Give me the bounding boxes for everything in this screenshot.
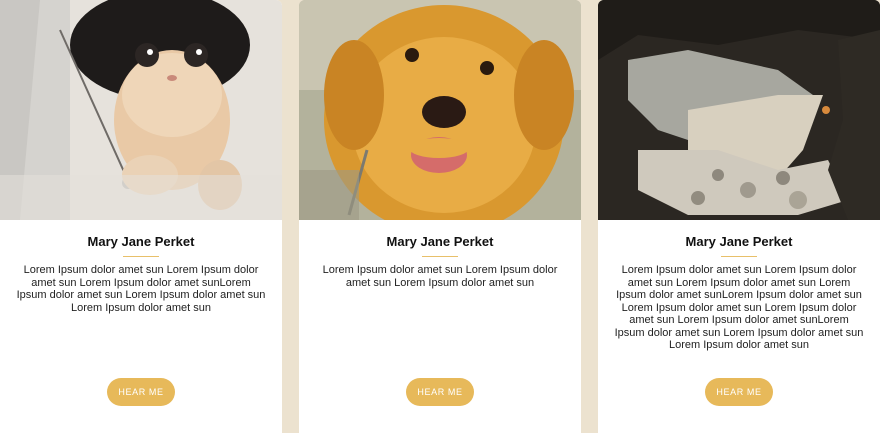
kitten-photo [0,0,282,220]
lake-photo [598,0,880,220]
card-name: Mary Jane Perket [87,234,195,249]
card-name: Mary Jane Perket [685,234,793,249]
card-divider [721,256,757,257]
card-divider [123,256,159,257]
card-description: Lorem Ipsum dolor amet sun Lorem Ipsum d… [16,264,266,314]
profile-card-2: Mary Jane Perket Lorem Ipsum dolor amet … [299,0,581,433]
card-description: Lorem Ipsum dolor amet sun Lorem Ipsum d… [614,264,864,351]
profile-card-1: Mary Jane Perket Lorem Ipsum dolor amet … [0,0,282,433]
hear-me-button[interactable]: HEAR ME [406,378,474,406]
card-name: Mary Jane Perket [386,234,494,249]
puppy-photo [299,0,581,220]
hear-me-button[interactable]: HEAR ME [705,378,773,406]
card-divider [422,256,458,257]
profile-card-3: Mary Jane Perket Lorem Ipsum dolor amet … [598,0,880,433]
hear-me-button[interactable]: HEAR ME [107,378,175,406]
card-description: Lorem Ipsum dolor amet sun Lorem Ipsum d… [322,264,558,289]
